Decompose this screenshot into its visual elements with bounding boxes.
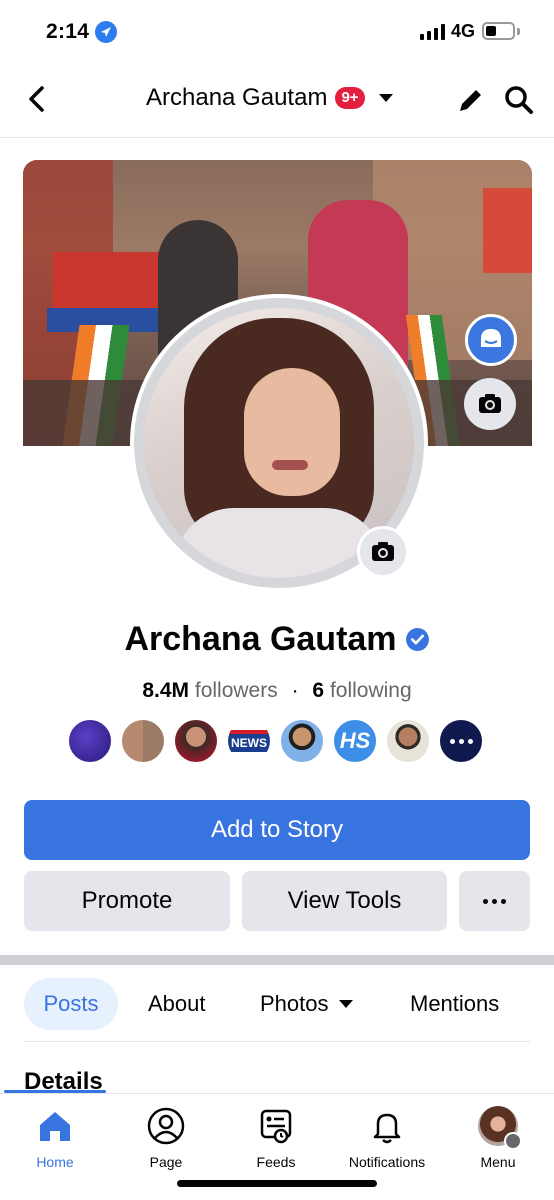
tab-about[interactable]: About [148, 978, 206, 1030]
menu-hamburger-icon [504, 1132, 522, 1150]
avatar [478, 1106, 522, 1150]
more-options-button[interactable] [459, 871, 530, 931]
avatar-button[interactable] [465, 314, 517, 366]
battery-icon [482, 22, 515, 40]
user-circle-icon [147, 1107, 185, 1145]
follower-avatars[interactable]: NEWS HS [67, 718, 484, 764]
profile-name: Archana Gautam [124, 620, 397, 658]
followers-count[interactable]: 8.4M [142, 679, 189, 702]
notification-badge: 9+ [335, 87, 365, 109]
caret-down-icon [378, 94, 393, 102]
verified-badge-icon [405, 628, 429, 651]
follower-avatar[interactable] [120, 718, 166, 764]
view-tools-button[interactable]: View Tools [242, 871, 447, 931]
cover-camera-button[interactable] [464, 378, 516, 430]
camera-icon [479, 394, 501, 413]
nav-notifications-label: Notifications [348, 1154, 426, 1170]
nav-feeds-label: Feeds [256, 1154, 296, 1170]
nav-menu-label: Menu [480, 1154, 516, 1170]
tab-posts[interactable]: Posts [24, 978, 118, 1030]
feeds-icon [260, 1109, 292, 1144]
camera-icon [372, 542, 394, 561]
stats-separator: · [291, 679, 299, 702]
section-divider [0, 955, 554, 965]
location-arrow-icon [95, 21, 117, 43]
network-type: 4G [451, 21, 476, 41]
profile-tabs: Posts About Photos Mentions [24, 978, 530, 1042]
pencil-icon [460, 87, 484, 111]
home-indicator [177, 1180, 377, 1187]
follower-avatar[interactable] [67, 718, 113, 764]
following-count[interactable]: 6 [312, 679, 324, 702]
edit-button[interactable] [455, 84, 487, 116]
status-bar: 2:14 4G [0, 0, 554, 62]
nav-page[interactable]: Page [116, 1106, 216, 1170]
nav-page-label: Page [149, 1154, 183, 1170]
profile-camera-button[interactable] [357, 526, 409, 578]
page-header: Archana Gautam 9+ [0, 62, 554, 138]
caret-down-icon [338, 1000, 353, 1008]
follower-avatar[interactable] [385, 718, 431, 764]
page-switcher[interactable]: Archana Gautam 9+ [146, 84, 393, 112]
follower-avatar[interactable] [173, 718, 219, 764]
tab-mentions[interactable]: Mentions [410, 978, 499, 1030]
avatar-face-icon [481, 329, 501, 347]
nav-feeds[interactable]: Feeds [226, 1106, 326, 1170]
follower-avatar[interactable]: HS [332, 718, 378, 764]
nav-home-label: Home [36, 1154, 74, 1170]
more-dots-icon [449, 738, 473, 744]
chevron-left-icon [29, 86, 44, 112]
follower-avatar[interactable] [438, 718, 484, 764]
search-icon [505, 86, 533, 114]
profile-name-row: Archana Gautam [0, 620, 554, 659]
page-title: Archana Gautam [146, 84, 328, 111]
promote-button[interactable]: Promote [24, 871, 230, 931]
home-icon [40, 1112, 70, 1141]
follower-avatar-text: HS [339, 728, 371, 753]
tab-photos[interactable]: Photos [260, 978, 353, 1030]
followers-label[interactable]: followers [195, 679, 278, 702]
following-label[interactable]: following [330, 679, 412, 702]
status-time: 2:14 [46, 20, 90, 43]
nav-notifications[interactable]: Notifications [337, 1106, 437, 1170]
follow-stats: 8.4M followers · 6 following [0, 679, 554, 703]
bell-icon [373, 1113, 401, 1144]
tab-photos-label: Photos [260, 991, 329, 1016]
nav-home[interactable]: Home [5, 1106, 105, 1170]
battery-nub [517, 28, 520, 35]
cellular-signal-icon [420, 24, 445, 40]
back-button[interactable] [22, 82, 52, 116]
search-button[interactable] [502, 83, 536, 117]
ellipsis-icon [483, 898, 506, 904]
follower-avatar-text: NEWS [228, 730, 270, 752]
follower-avatar[interactable] [279, 718, 325, 764]
follower-avatar[interactable]: NEWS [226, 718, 272, 764]
nav-menu[interactable]: Menu [448, 1106, 548, 1170]
add-to-story-button[interactable]: Add to Story [24, 800, 530, 860]
